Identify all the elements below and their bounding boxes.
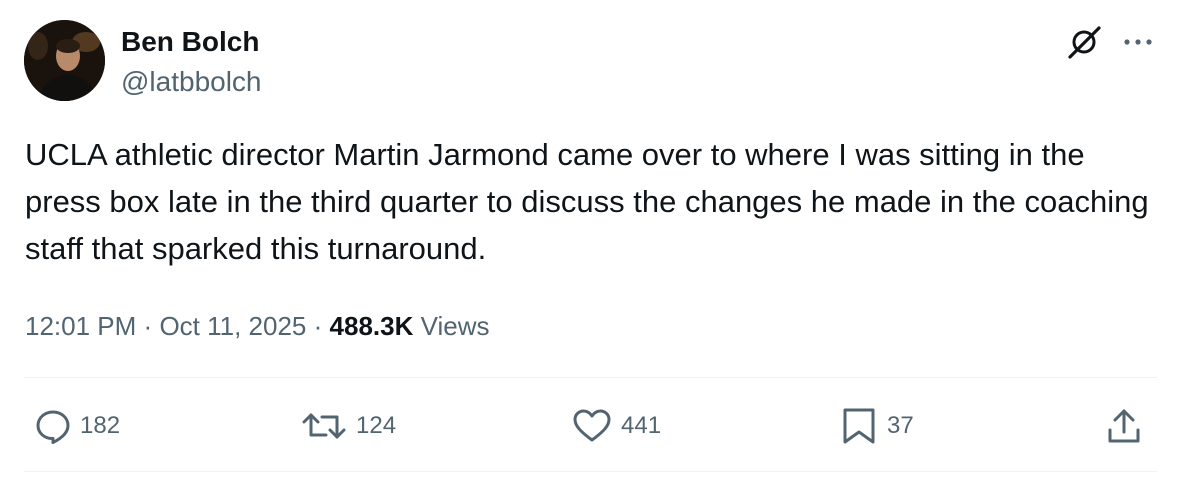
divider [24, 471, 1157, 472]
repost-count: 124 [356, 412, 397, 439]
like-icon [573, 409, 611, 442]
tweet-date[interactable]: Oct 11, 2025 [159, 311, 306, 341]
views-count: 488.3K [329, 311, 414, 341]
more-icon[interactable] [1118, 24, 1158, 60]
avatar-photo [24, 20, 105, 101]
share-icon [1108, 409, 1140, 443]
like-button[interactable]: 441 [571, 402, 661, 450]
tweet-card: Ben Bolch @latbbolch UCLA athletic direc… [0, 0, 1190, 488]
like-count: 441 [621, 412, 662, 439]
meta-separator: · [313, 311, 323, 341]
author-name[interactable]: Ben Bolch [121, 26, 259, 58]
grok-icon[interactable] [1066, 24, 1102, 60]
views-label: Views [420, 311, 490, 341]
reply-button[interactable]: 182 [34, 402, 120, 450]
avatar[interactable] [24, 20, 105, 101]
share-button[interactable] [1104, 402, 1144, 450]
bookmark-count: 37 [887, 412, 914, 439]
tweet-time[interactable]: 12:01 PM [25, 311, 136, 341]
reply-count: 182 [80, 412, 121, 439]
repost-button[interactable]: 124 [300, 402, 396, 450]
repost-icon [302, 413, 346, 439]
author-handle[interactable]: @latbbolch [121, 66, 262, 98]
reply-icon [36, 410, 70, 444]
bookmark-button[interactable]: 37 [839, 402, 914, 450]
meta-separator: · [143, 311, 153, 341]
tweet-text: UCLA athletic director Martin Jarmond ca… [25, 137, 1149, 266]
tweet-meta: 12:01 PM · Oct 11, 2025 · 488.3K Views [25, 309, 490, 343]
divider [24, 377, 1157, 378]
bookmark-icon [843, 408, 875, 444]
